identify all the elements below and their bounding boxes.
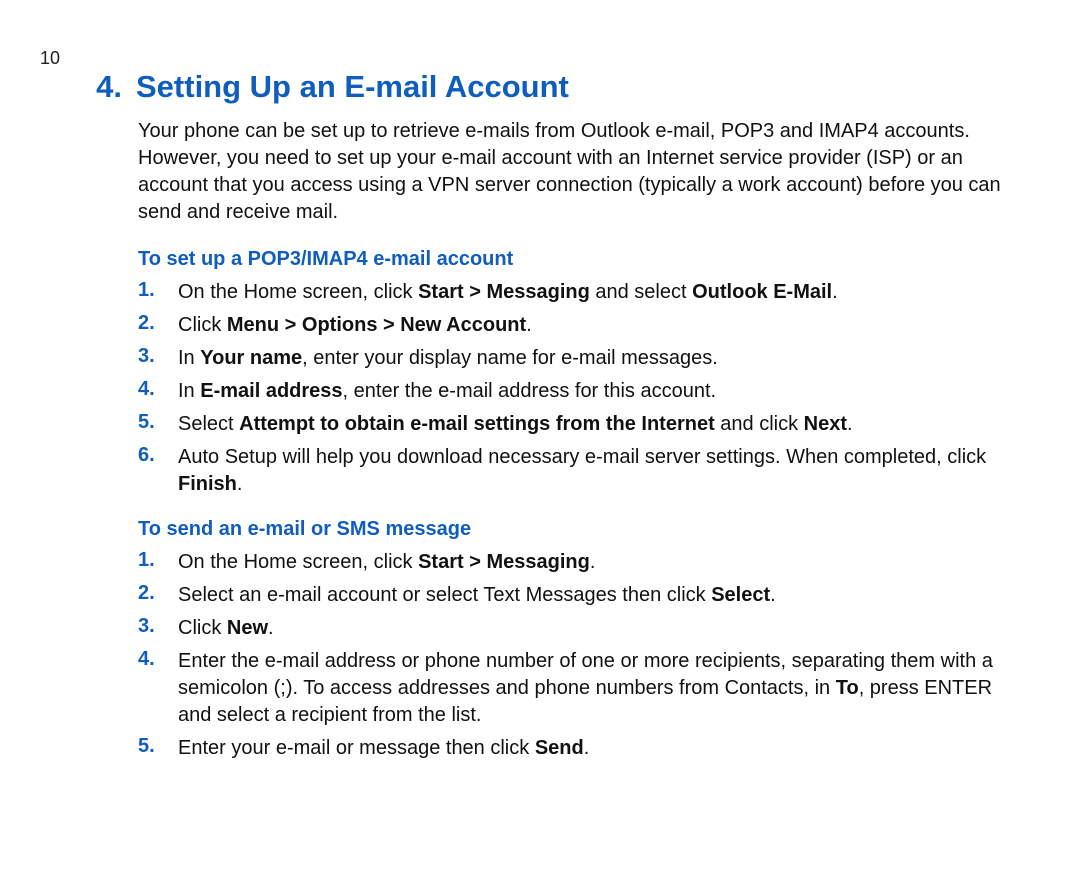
step-text: Click New.: [178, 615, 1022, 642]
step-item: 3.In Your name, enter your display name …: [138, 345, 1022, 372]
step-number: 2.: [138, 312, 178, 335]
step-item: 2.Click Menu > Options > New Account.: [138, 312, 1022, 339]
step-item: 5.Select Attempt to obtain e-mail settin…: [138, 411, 1022, 438]
subheading-pop3: To set up a POP3/IMAP4 e-mail account: [138, 248, 1022, 271]
step-text: Click Menu > Options > New Account.: [178, 312, 1022, 339]
step-text: Select an e-mail account or select Text …: [178, 582, 1022, 609]
step-item: 5.Enter your e-mail or message then clic…: [138, 735, 1022, 762]
step-number: 5.: [138, 735, 178, 758]
step-item: 6.Auto Setup will help you download nece…: [138, 444, 1022, 498]
step-item: 1.On the Home screen, click Start > Mess…: [138, 279, 1022, 306]
step-item: 3.Click New.: [138, 615, 1022, 642]
section-heading: 4. Setting Up an E-mail Account: [88, 70, 1022, 104]
step-item: 4.In E-mail address, enter the e-mail ad…: [138, 378, 1022, 405]
step-text: Enter your e-mail or message then click …: [178, 735, 1022, 762]
page-number: 10: [40, 48, 60, 69]
step-text: Select Attempt to obtain e-mail settings…: [178, 411, 1022, 438]
step-number: 2.: [138, 582, 178, 605]
step-number: 4.: [138, 648, 178, 671]
section-number: 4.: [88, 70, 122, 104]
step-text: In E-mail address, enter the e-mail addr…: [178, 378, 1022, 405]
step-item: 4.Enter the e-mail address or phone numb…: [138, 648, 1022, 729]
subheading-send: To send an e-mail or SMS message: [138, 518, 1022, 541]
steps-send: 1.On the Home screen, click Start > Mess…: [138, 549, 1022, 762]
section-title: Setting Up an E-mail Account: [136, 70, 569, 104]
intro-paragraph: Your phone can be set up to retrieve e-m…: [138, 118, 1018, 226]
section: 4. Setting Up an E-mail Account Your pho…: [88, 70, 1022, 762]
steps-pop3: 1.On the Home screen, click Start > Mess…: [138, 279, 1022, 498]
step-text: Auto Setup will help you download necess…: [178, 444, 1022, 498]
step-number: 1.: [138, 279, 178, 302]
step-number: 5.: [138, 411, 178, 434]
step-item: 1.On the Home screen, click Start > Mess…: [138, 549, 1022, 576]
step-number: 3.: [138, 345, 178, 368]
step-number: 4.: [138, 378, 178, 401]
step-item: 2.Select an e-mail account or select Tex…: [138, 582, 1022, 609]
step-text: On the Home screen, click Start > Messag…: [178, 279, 1022, 306]
step-number: 1.: [138, 549, 178, 572]
manual-page: 10 4. Setting Up an E-mail Account Your …: [0, 0, 1080, 878]
step-number: 6.: [138, 444, 178, 467]
step-text: In Your name, enter your display name fo…: [178, 345, 1022, 372]
step-text: On the Home screen, click Start > Messag…: [178, 549, 1022, 576]
step-number: 3.: [138, 615, 178, 638]
step-text: Enter the e-mail address or phone number…: [178, 648, 1022, 729]
